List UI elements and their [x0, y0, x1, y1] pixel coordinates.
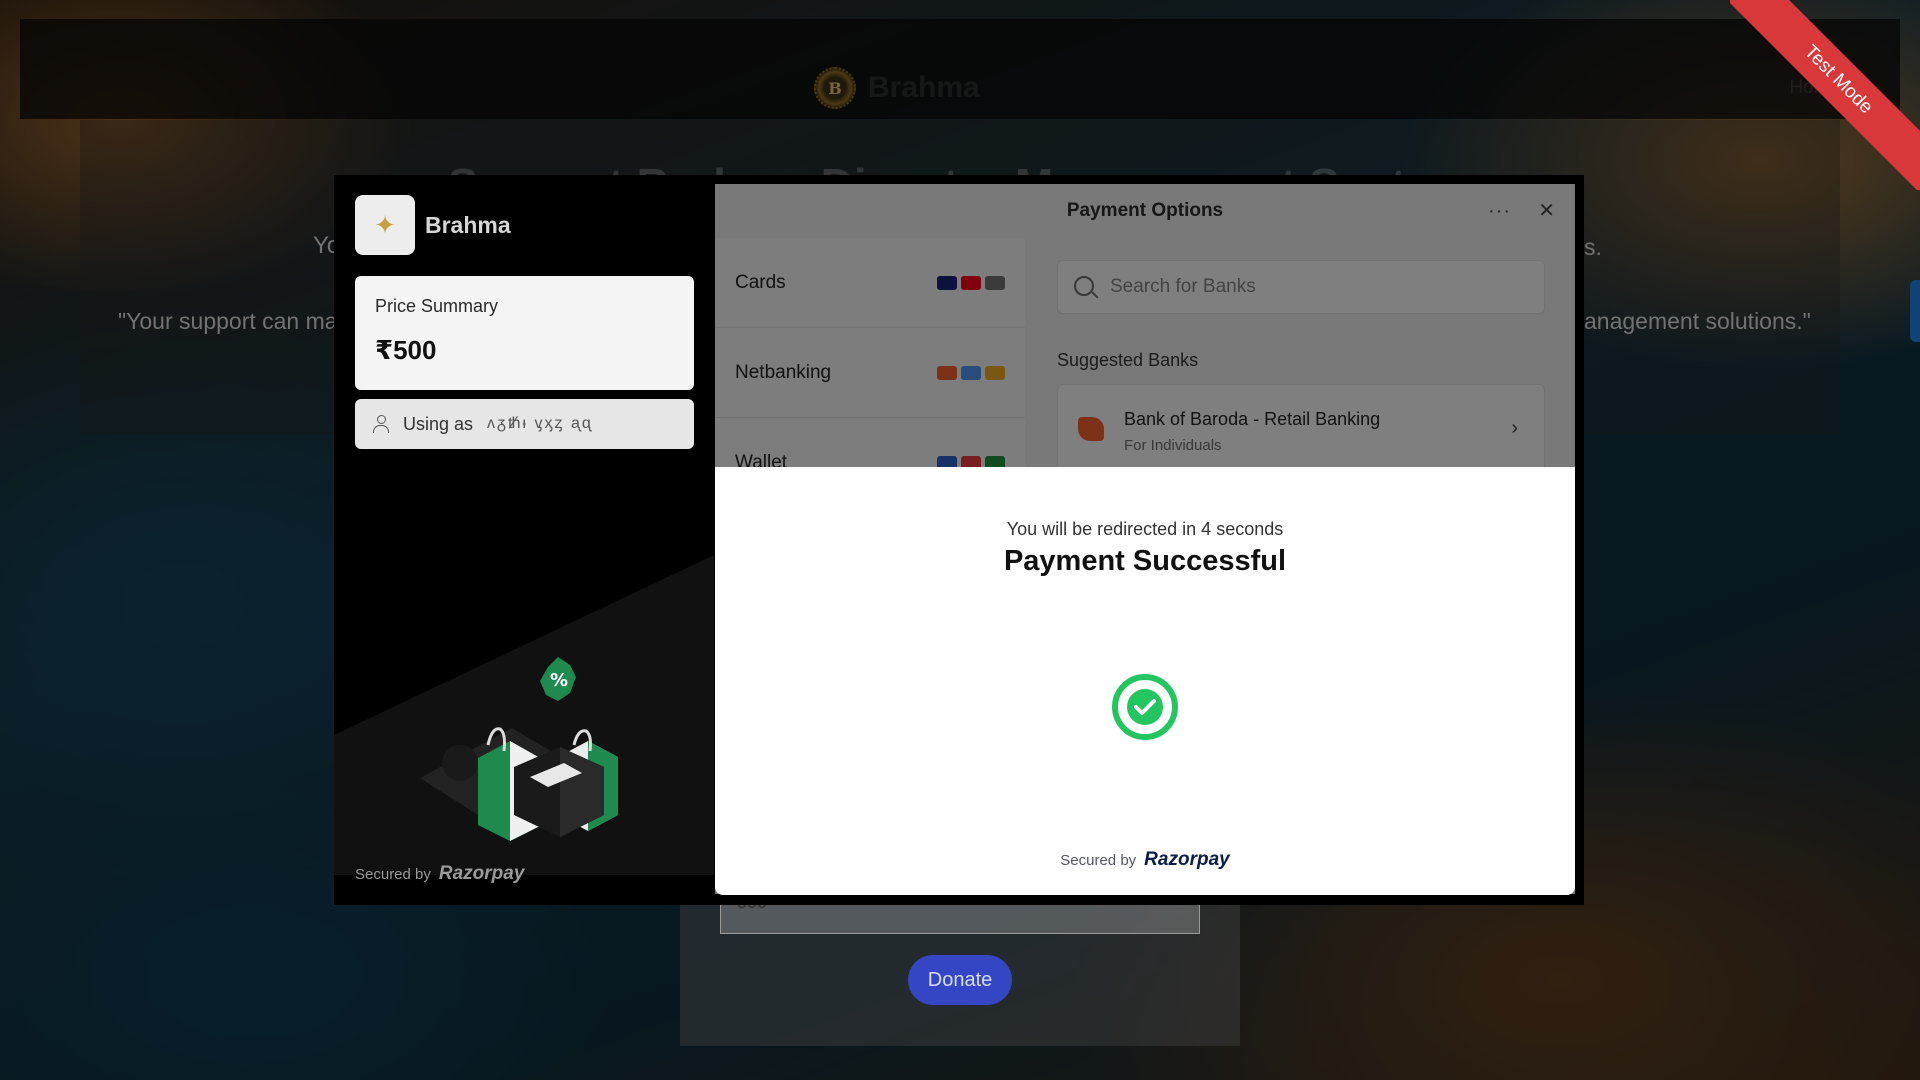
donate-button[interactable]: Donate [908, 955, 1012, 1005]
merchant-logo-icon: ✦ [355, 195, 415, 255]
test-mode-ribbon: Test Mode [1730, 0, 1920, 190]
secured-by-footer: Secured by Razorpay [715, 849, 1575, 871]
merchant-header: ✦ Brahma [355, 195, 511, 255]
merchant-name: Brahma [425, 211, 511, 238]
payment-success-dialog: You will be redirected in 4 seconds Paym… [715, 467, 1575, 895]
success-title: Payment Successful [1003, 545, 1287, 577]
price-summary: Price Summary ₹500 [355, 276, 694, 390]
svg-text:%: % [550, 670, 568, 691]
redirect-countdown: You will be redirected in 4 seconds [1006, 519, 1284, 539]
masked-contact: ᴧᵹᵺᵻ ᶌᶍᶎ ᶏᶐ [487, 415, 593, 432]
success-check-icon [1112, 674, 1178, 740]
shopping-illustration: % [334, 555, 714, 875]
secured-by-text: Secured by [1060, 852, 1137, 869]
secured-by-text: Secured by [355, 866, 431, 883]
price-value: ₹500 [375, 335, 437, 365]
razorpay-logo: Razorpay [438, 863, 525, 884]
razorpay-logo: Razorpay [1144, 849, 1230, 870]
using-as-label: Using as [403, 413, 474, 434]
test-mode-label: Test Mode [1730, 0, 1920, 190]
price-summary-label: Price Summary [375, 296, 499, 316]
using-as-contact[interactable]: Using as ᴧᵹᵺᵻ ᶌᶍᶎ ᶏᶐ [355, 399, 694, 449]
user-icon [373, 415, 389, 433]
secured-by-left: Secured by Razorpay [355, 863, 524, 885]
